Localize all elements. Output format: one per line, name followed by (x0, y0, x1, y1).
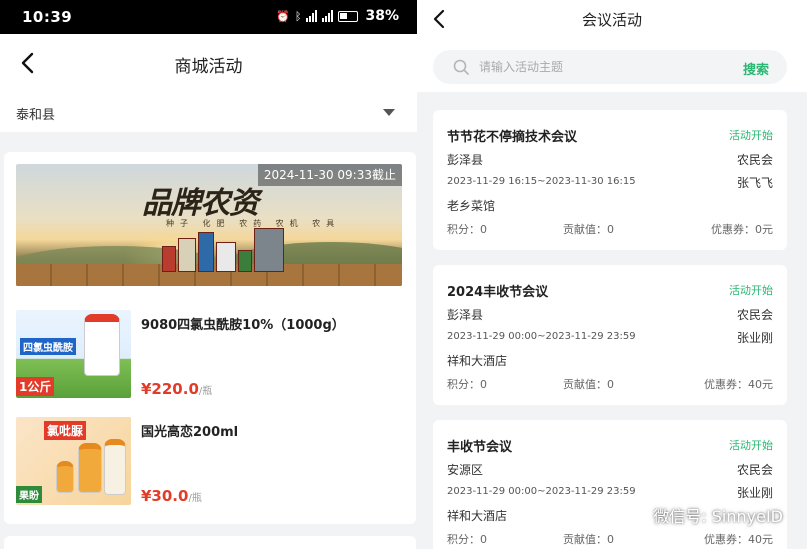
banner-product (178, 238, 196, 272)
battery-icon (338, 10, 359, 22)
signal-icon-2 (322, 10, 334, 22)
signal-icon (306, 10, 318, 22)
search-icon (453, 59, 469, 75)
meeting-title: 2024丰收节会议 (447, 285, 549, 300)
battery-percent: 38% (365, 8, 399, 24)
meeting-status: 活动开始 (729, 284, 773, 297)
product-name: 国光高恋200ml (141, 425, 239, 440)
meeting-header: 会议活动 搜索 (417, 0, 807, 92)
meeting-coupon: 优惠券：40元 (704, 378, 773, 391)
product-image-label: 1公斤 (16, 377, 55, 396)
meeting-organizer: 农民会 (736, 463, 773, 477)
watermark-text: 微信号: SinnyeID (653, 507, 783, 526)
region-selector[interactable]: 泰和县 (0, 92, 417, 132)
product-bottle (56, 461, 74, 493)
meeting-points: 积分：0 (447, 378, 487, 391)
meeting-points: 积分：0 (447, 223, 487, 236)
product-price-value: ¥30.0 (141, 487, 189, 505)
meeting-contribution: 贡献值：0 (563, 533, 614, 546)
meeting-coupon: 优惠券：0元 (711, 223, 773, 236)
mall-header: 商城活动 (0, 34, 417, 92)
wechat-watermark: 微信号: SinnyeID (619, 503, 783, 527)
meeting-organizer: 农民会 (736, 308, 773, 322)
status-time: 10:39 (22, 8, 73, 26)
meeting-region: 安源区 (447, 463, 484, 477)
meeting-status: 活动开始 (729, 129, 773, 142)
meeting-card[interactable]: 2024丰收节会议 活动开始 彭泽县 农民会 2023-11-29 00:00~… (433, 265, 787, 405)
meeting-contact: 张飞飞 (736, 176, 773, 190)
product-bottle (78, 443, 102, 493)
product-price-value: ¥220.0 (141, 380, 199, 398)
meeting-points: 积分：0 (447, 533, 487, 546)
meeting-title: 节节花不停摘技术会议 (447, 130, 578, 145)
search-input[interactable] (479, 57, 709, 77)
meeting-coupon: 优惠券：40元 (704, 533, 773, 546)
product-image-label: 四氯虫酰胺 (20, 338, 76, 355)
deadline-badge: 2024-11-30 09:33截止 (257, 164, 402, 186)
page-title: 商城活动 (174, 57, 243, 77)
banner-product (198, 232, 214, 272)
region-value: 泰和县 (16, 108, 56, 123)
banner-product (216, 242, 236, 272)
meeting-venue: 祥和大酒店 (447, 354, 508, 368)
meeting-time: 2023-11-29 16:15~2023-11-30 16:15 (447, 176, 636, 187)
meeting-time: 2023-11-29 00:00~2023-11-29 23:59 (447, 486, 636, 497)
meeting-contribution: 贡献值：0 (563, 378, 614, 391)
product-image-label: 氯吡脲 (44, 421, 87, 440)
banner-product (254, 228, 284, 272)
banner-product (162, 246, 176, 272)
next-card-peek (4, 536, 416, 549)
mall-activity-screen: 10:39 ⏰ ᛒ 38% 商城活动 泰和县 品牌农资 种子 化肥 农药 农机 … (0, 0, 417, 549)
product-image: 四氯虫酰胺 1公斤 (16, 310, 131, 398)
meeting-contribution: 贡献值：0 (563, 223, 614, 236)
dropdown-caret-icon (383, 109, 395, 116)
product-price-unit: /瓶 (188, 493, 202, 504)
product-item[interactable]: 四氯虫酰胺 1公斤 9080四氯虫酰胺10%（1000g） ¥220.0/瓶 (16, 310, 406, 402)
promo-banner[interactable]: 品牌农资 种子 化肥 农药 农机 农具 2024-11-30 09:33截止 (16, 164, 402, 286)
product-bottle (104, 439, 126, 495)
status-bar: 10:39 ⏰ ᛒ 38% (0, 0, 417, 34)
alarm-icon: ⏰ (276, 9, 290, 23)
product-price: ¥30.0/瓶 (141, 487, 202, 505)
meeting-status: 活动开始 (729, 439, 773, 452)
meeting-region: 彭泽县 (447, 153, 484, 167)
product-name: 9080四氯虫酰胺10%（1000g） (141, 318, 345, 333)
meeting-card[interactable]: 丰收节会议 活动开始 安源区 农民会 2023-11-29 00:00~2023… (433, 420, 787, 549)
wechat-icon (619, 504, 647, 525)
screenshot-root: 10:39 ⏰ ᛒ 38% 商城活动 泰和县 品牌农资 种子 化肥 农药 农机 … (0, 0, 807, 549)
search-button[interactable]: 搜索 (743, 59, 769, 78)
product-image: 氯吡脲 果盼 (16, 417, 131, 505)
meeting-contact: 张业刚 (736, 331, 773, 345)
meeting-venue: 老乡菜馆 (447, 199, 496, 213)
bluetooth-icon: ᛒ (294, 9, 302, 23)
page-title: 会议活动 (581, 11, 642, 29)
banner-brand-logo: 品牌农资 (142, 186, 259, 221)
mall-activity-card: 品牌农资 种子 化肥 农药 农机 农具 2024-11-30 09:33截止 四… (4, 152, 416, 524)
meeting-activity-screen: 会议活动 搜索 节节花不停摘技术会议 活动开始 彭泽县 农民会 2023-11-… (417, 0, 807, 549)
product-image-label: 果盼 (16, 486, 42, 503)
meeting-venue: 祥和大酒店 (447, 509, 508, 523)
product-bottle (84, 314, 120, 376)
product-item[interactable]: 氯吡脲 果盼 国光高恋200ml ¥30.0/瓶 (16, 417, 406, 509)
meeting-organizer: 农民会 (736, 153, 773, 167)
banner-product (238, 250, 252, 272)
status-icons: ⏰ ᛒ 38% (276, 8, 399, 24)
product-price: ¥220.0/瓶 (141, 380, 212, 398)
meeting-card[interactable]: 节节花不停摘技术会议 活动开始 彭泽县 农民会 2023-11-29 16:15… (433, 110, 787, 250)
meeting-contact: 张业刚 (736, 486, 773, 500)
meeting-title: 丰收节会议 (447, 440, 513, 455)
search-bar: 搜索 (433, 50, 787, 84)
meeting-region: 彭泽县 (447, 308, 484, 322)
meeting-time: 2023-11-29 00:00~2023-11-29 23:59 (447, 331, 636, 342)
product-price-unit: /瓶 (198, 386, 213, 397)
